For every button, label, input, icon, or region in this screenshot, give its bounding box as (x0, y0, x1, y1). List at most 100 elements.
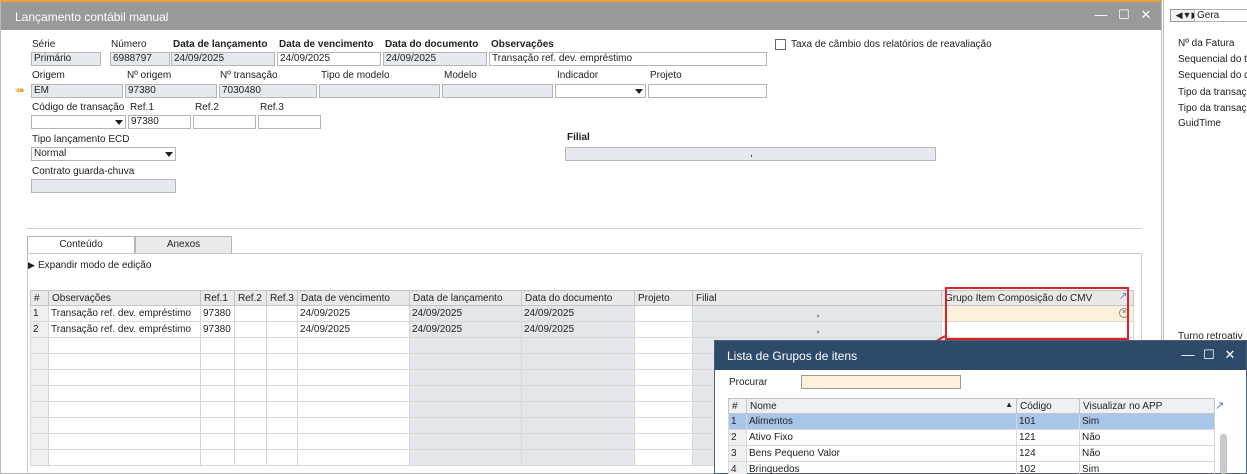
cell-data-vencimento[interactable]: 24/09/2025 (297, 321, 410, 338)
cell-codigo[interactable]: 124 (1016, 445, 1080, 462)
cell-nome[interactable]: Alimentos (746, 413, 1017, 430)
ref1-label: Ref.1 (130, 102, 154, 113)
cell-data-vencimento[interactable]: 24/09/2025 (297, 305, 410, 322)
origem-field[interactable]: EM (31, 84, 123, 98)
cell-filial[interactable]: , (692, 305, 942, 322)
minimize-icon[interactable]: — (1093, 7, 1109, 23)
observacoes-label: Observações (491, 39, 554, 50)
projeto-field[interactable] (648, 84, 767, 98)
cell-observacoes[interactable]: Transação ref. dev. empréstimo (48, 305, 201, 322)
cell-nome[interactable]: Ativo Fixo (746, 429, 1017, 446)
table-row[interactable]: 3 Bens Pequeno Valor 124 Não (728, 445, 1215, 462)
contrato-field[interactable] (31, 179, 176, 193)
side-label-seq-d: Sequencial do d (1178, 70, 1247, 81)
cell-ref2[interactable] (234, 305, 267, 322)
col-header-filial[interactable]: Filial (692, 290, 942, 306)
cell-visualizar-app[interactable]: Não (1079, 429, 1215, 446)
cell-nome[interactable]: Bens Pequeno Valor (746, 445, 1017, 462)
cell-ref1[interactable]: 97380 (200, 321, 235, 338)
cell-ref3[interactable] (266, 321, 298, 338)
col-header-ref3[interactable]: Ref.3 (266, 290, 298, 306)
row-num: 2 (30, 321, 49, 338)
tipo-modelo-field[interactable] (319, 84, 440, 98)
col-header-codigo[interactable]: Código (1016, 398, 1080, 414)
cell-ref1[interactable]: 97380 (200, 305, 235, 322)
expand-arrow-icon[interactable]: ▶ (28, 260, 35, 271)
side-label-seq-t: Sequencial do t (1178, 54, 1247, 65)
col-header-num[interactable]: # (728, 398, 747, 414)
observacoes-field[interactable]: Transação ref. dev. empréstimo (489, 52, 767, 66)
cell-visualizar-app[interactable]: Sim (1079, 413, 1215, 430)
cell-projeto[interactable] (634, 321, 693, 338)
indicador-select[interactable] (555, 84, 646, 98)
n-transacao-field[interactable]: 7030480 (219, 84, 317, 98)
maximize-icon[interactable]: ☐ (1116, 7, 1132, 23)
col-header-visualizar-app[interactable]: Visualizar no APP (1079, 398, 1215, 414)
col-header-ref2[interactable]: Ref.2 (234, 290, 267, 306)
expand-grid-icon[interactable]: ↗ (1215, 399, 1224, 412)
expand-edit-mode-link[interactable]: Expandir modo de edição (38, 260, 151, 271)
ref3-field[interactable] (258, 115, 321, 129)
data-documento-field[interactable]: 24/09/2025 (383, 52, 487, 66)
table-row[interactable]: 2 Ativo Fixo 121 Não (728, 429, 1215, 446)
row-num: 1 (728, 413, 747, 430)
cell-codigo[interactable]: 102 (1016, 461, 1080, 474)
codigo-transacao-select[interactable] (31, 115, 126, 129)
tab-anexos[interactable]: Anexos (135, 236, 232, 253)
close-icon[interactable]: ✕ (1222, 347, 1238, 363)
item-group-grid: # Nome ▲ Código Visualizar no APP 1 Alime… (728, 398, 1215, 474)
col-header-projeto[interactable]: Projeto (634, 290, 693, 306)
minimize-icon[interactable]: — (1180, 347, 1196, 363)
scrollbar[interactable] (1220, 434, 1227, 474)
col-header-data-lancamento[interactable]: Data de lançamento (409, 290, 522, 306)
cell-ref3[interactable] (266, 305, 298, 322)
tipo-modelo-label: Tipo de modelo (321, 70, 390, 81)
cell-visualizar-app[interactable]: Sim (1079, 461, 1215, 474)
table-row[interactable]: 1 Alimentos 101 Sim (728, 413, 1215, 430)
search-input[interactable] (801, 375, 961, 389)
col-header-observacoes[interactable]: Observações (48, 290, 201, 306)
origem-label: Origem (32, 70, 65, 81)
cell-visualizar-app[interactable]: Não (1079, 445, 1215, 462)
n-origem-field[interactable]: 97380 (125, 84, 217, 98)
data-lancamento-field[interactable]: 24/09/2025 (171, 52, 275, 66)
cell-ref2[interactable] (234, 321, 267, 338)
close-icon[interactable]: ✕ (1138, 7, 1154, 23)
title-bar[interactable]: Lançamento contábil manual — ☐ ✕ (1, 2, 1161, 30)
col-header-ref1[interactable]: Ref.1 (200, 290, 235, 306)
col-header-nome[interactable]: Nome ▲ (746, 398, 1017, 414)
maximize-icon[interactable]: ☐ (1201, 347, 1217, 363)
link-arrow-icon[interactable]: ➠ (15, 83, 25, 97)
tab-anexos-label: Anexos (166, 239, 201, 250)
view-select[interactable]: Gera (1194, 9, 1247, 22)
modelo-field[interactable] (442, 84, 553, 98)
window-title: Lançamento contábil manual (15, 10, 169, 24)
filial-field[interactable]: , (565, 147, 936, 161)
n-origem-label: Nº origem (127, 70, 172, 81)
col-header-data-vencimento[interactable]: Data de vencimento (297, 290, 410, 306)
tab-conteudo[interactable]: Conteúdo (27, 236, 135, 253)
side-label-tipo-2: Tipo da transaç (1178, 103, 1247, 114)
cell-codigo[interactable]: 101 (1016, 413, 1080, 430)
sort-ascending-icon: ▲ (1005, 400, 1013, 409)
cell-codigo[interactable]: 121 (1016, 429, 1080, 446)
cell-data-documento[interactable]: 24/09/2025 (521, 305, 635, 322)
tipo-ecd-select[interactable]: Normal (31, 147, 176, 161)
cell-nome[interactable]: Brinquedos (746, 461, 1017, 474)
table-row[interactable]: 4 Brinquedos 102 Sim (728, 461, 1215, 474)
ref2-field[interactable] (193, 115, 256, 129)
serie-field[interactable]: Primário (31, 52, 101, 66)
col-header-num[interactable]: # (30, 290, 49, 306)
cell-data-documento[interactable]: 24/09/2025 (521, 321, 635, 338)
cell-observacoes[interactable]: Transação ref. dev. empréstimo (48, 321, 201, 338)
ref3-label: Ref.3 (260, 102, 284, 113)
col-header-data-documento[interactable]: Data do documento (521, 290, 635, 306)
numero-field[interactable]: 6988797 (110, 52, 170, 66)
data-vencimento-field[interactable]: 24/09/2025 (277, 52, 381, 66)
cell-data-lancamento[interactable]: 24/09/2025 (409, 321, 522, 338)
taxa-cambio-checkbox[interactable] (775, 39, 786, 50)
ref1-field[interactable]: 97380 (128, 115, 191, 129)
cell-data-lancamento[interactable]: 24/09/2025 (409, 305, 522, 322)
cell-projeto[interactable] (634, 305, 693, 322)
popup-title-bar[interactable]: Lista de Grupos de itens — ☐ ✕ (715, 341, 1246, 370)
